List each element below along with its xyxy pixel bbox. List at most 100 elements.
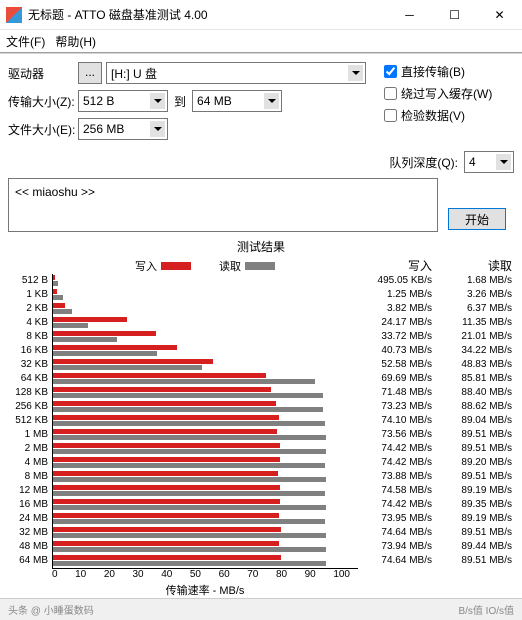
chevron-down-icon — [496, 154, 511, 170]
write-value: 33.72 MB/s — [358, 330, 432, 344]
bar-row — [53, 330, 358, 344]
start-button[interactable]: 开始 — [448, 208, 506, 230]
chart: 512 B1 KB2 KB4 KB8 KB16 KB32 KB64 KB128 … — [4, 274, 518, 569]
label-transfer-size: 传输大小(Z): — [8, 93, 78, 110]
write-bar — [53, 443, 280, 448]
y-tick-label: 512 B — [4, 274, 48, 288]
read-value: 89.51 MB/s — [438, 442, 512, 456]
window-title: 无标题 - ATTO 磁盘基准测试 4.00 — [28, 6, 387, 23]
bar-row — [53, 316, 358, 330]
col-hdr-read: 读取 — [438, 257, 518, 274]
bar-row — [53, 540, 358, 554]
bar-row — [53, 442, 358, 456]
y-tick-label: 8 KB — [4, 330, 48, 344]
menu-file[interactable]: 文件(F) — [6, 33, 45, 50]
read-bar — [53, 533, 326, 538]
legend: 写入 读取 — [52, 257, 358, 274]
bar-row — [53, 386, 358, 400]
bar-row — [53, 344, 358, 358]
footer-units: B/s值 IO/s值 — [458, 602, 514, 617]
read-bar — [53, 491, 325, 496]
read-bar — [53, 477, 326, 482]
read-value: 89.44 MB/s — [438, 540, 512, 554]
read-value: 89.19 MB/s — [438, 484, 512, 498]
size-to-select[interactable]: 64 MB — [192, 90, 282, 112]
read-value: 89.51 MB/s — [438, 526, 512, 540]
write-value: 69.69 MB/s — [358, 372, 432, 386]
bar-row — [53, 400, 358, 414]
read-value: 11.35 MB/s — [438, 316, 512, 330]
y-tick-label: 8 MB — [4, 470, 48, 484]
chevron-down-icon — [150, 121, 165, 137]
write-bar — [53, 387, 271, 392]
y-tick-label: 4 MB — [4, 456, 48, 470]
chevron-down-icon — [150, 93, 165, 109]
write-value: 74.42 MB/s — [358, 498, 432, 512]
read-bar — [53, 463, 325, 468]
maximize-button[interactable]: ☐ — [432, 0, 477, 30]
checkbox-verify[interactable]: 检验数据(V) — [384, 104, 514, 126]
drive-select[interactable]: [H:] U 盘 — [106, 62, 366, 84]
y-tick-label: 64 MB — [4, 554, 48, 568]
description-box[interactable]: << miaoshu >> — [8, 178, 438, 232]
read-value: 48.83 MB/s — [438, 358, 512, 372]
y-tick-label: 32 KB — [4, 358, 48, 372]
minimize-button[interactable]: ─ — [387, 0, 432, 30]
write-bar — [53, 513, 279, 518]
write-bar — [53, 275, 55, 280]
footer: 头条 @ 小睡蛋数码 B/s值 IO/s值 — [0, 598, 522, 620]
read-bar — [53, 505, 326, 510]
close-button[interactable]: ✕ — [477, 0, 522, 30]
bar-row — [53, 414, 358, 428]
y-tick-label: 64 KB — [4, 372, 48, 386]
write-bar — [53, 317, 127, 322]
write-bar — [53, 373, 266, 378]
col-hdr-write: 写入 — [358, 257, 438, 274]
write-bar — [53, 331, 156, 336]
file-size-select[interactable]: 256 MB — [78, 118, 168, 140]
write-value: 74.64 MB/s — [358, 526, 432, 540]
write-bar — [53, 499, 280, 504]
read-value: 88.40 MB/s — [438, 386, 512, 400]
y-tick-label: 1 KB — [4, 288, 48, 302]
bar-row — [53, 372, 358, 386]
read-value: 88.62 MB/s — [438, 400, 512, 414]
write-value: 40.73 MB/s — [358, 344, 432, 358]
read-bar — [53, 421, 325, 426]
read-value: 89.51 MB/s — [438, 470, 512, 484]
y-tick-label: 16 KB — [4, 344, 48, 358]
write-bar — [53, 485, 280, 490]
write-value: 74.64 MB/s — [358, 554, 432, 568]
size-from-select[interactable]: 512 B — [78, 90, 168, 112]
write-bar — [53, 401, 276, 406]
drive-value: [H:] U 盘 — [111, 65, 157, 82]
read-value: 89.35 MB/s — [438, 498, 512, 512]
write-value: 73.94 MB/s — [358, 540, 432, 554]
checkbox-bypass-cache[interactable]: 绕过写入缓存(W) — [384, 82, 514, 104]
drive-browse-button[interactable]: ... — [78, 62, 102, 84]
bar-row — [53, 512, 358, 526]
y-tick-label: 16 MB — [4, 498, 48, 512]
y-tick-label: 4 KB — [4, 316, 48, 330]
label-drive: 驱动器 — [8, 65, 78, 82]
write-value: 24.17 MB/s — [358, 316, 432, 330]
y-tick-label: 1 MB — [4, 428, 48, 442]
checkbox-direct-io[interactable]: 直接传输(B) — [384, 60, 514, 82]
footer-credit: 头条 @ 小睡蛋数码 — [8, 602, 94, 617]
read-bar — [53, 449, 326, 454]
y-tick-label: 2 KB — [4, 302, 48, 316]
y-tick-label: 2 MB — [4, 442, 48, 456]
read-bar — [53, 323, 88, 328]
write-bar — [53, 541, 279, 546]
write-bar — [53, 555, 281, 560]
read-value: 21.01 MB/s — [438, 330, 512, 344]
read-bar — [53, 407, 323, 412]
label-to: 到 — [174, 93, 186, 110]
queue-depth-select[interactable]: 4 — [464, 151, 514, 173]
read-value: 6.37 MB/s — [438, 302, 512, 316]
bar-row — [53, 428, 358, 442]
menu-help[interactable]: 帮助(H) — [55, 33, 96, 50]
write-value: 74.42 MB/s — [358, 442, 432, 456]
app-icon — [6, 7, 22, 23]
read-bar — [53, 351, 157, 356]
